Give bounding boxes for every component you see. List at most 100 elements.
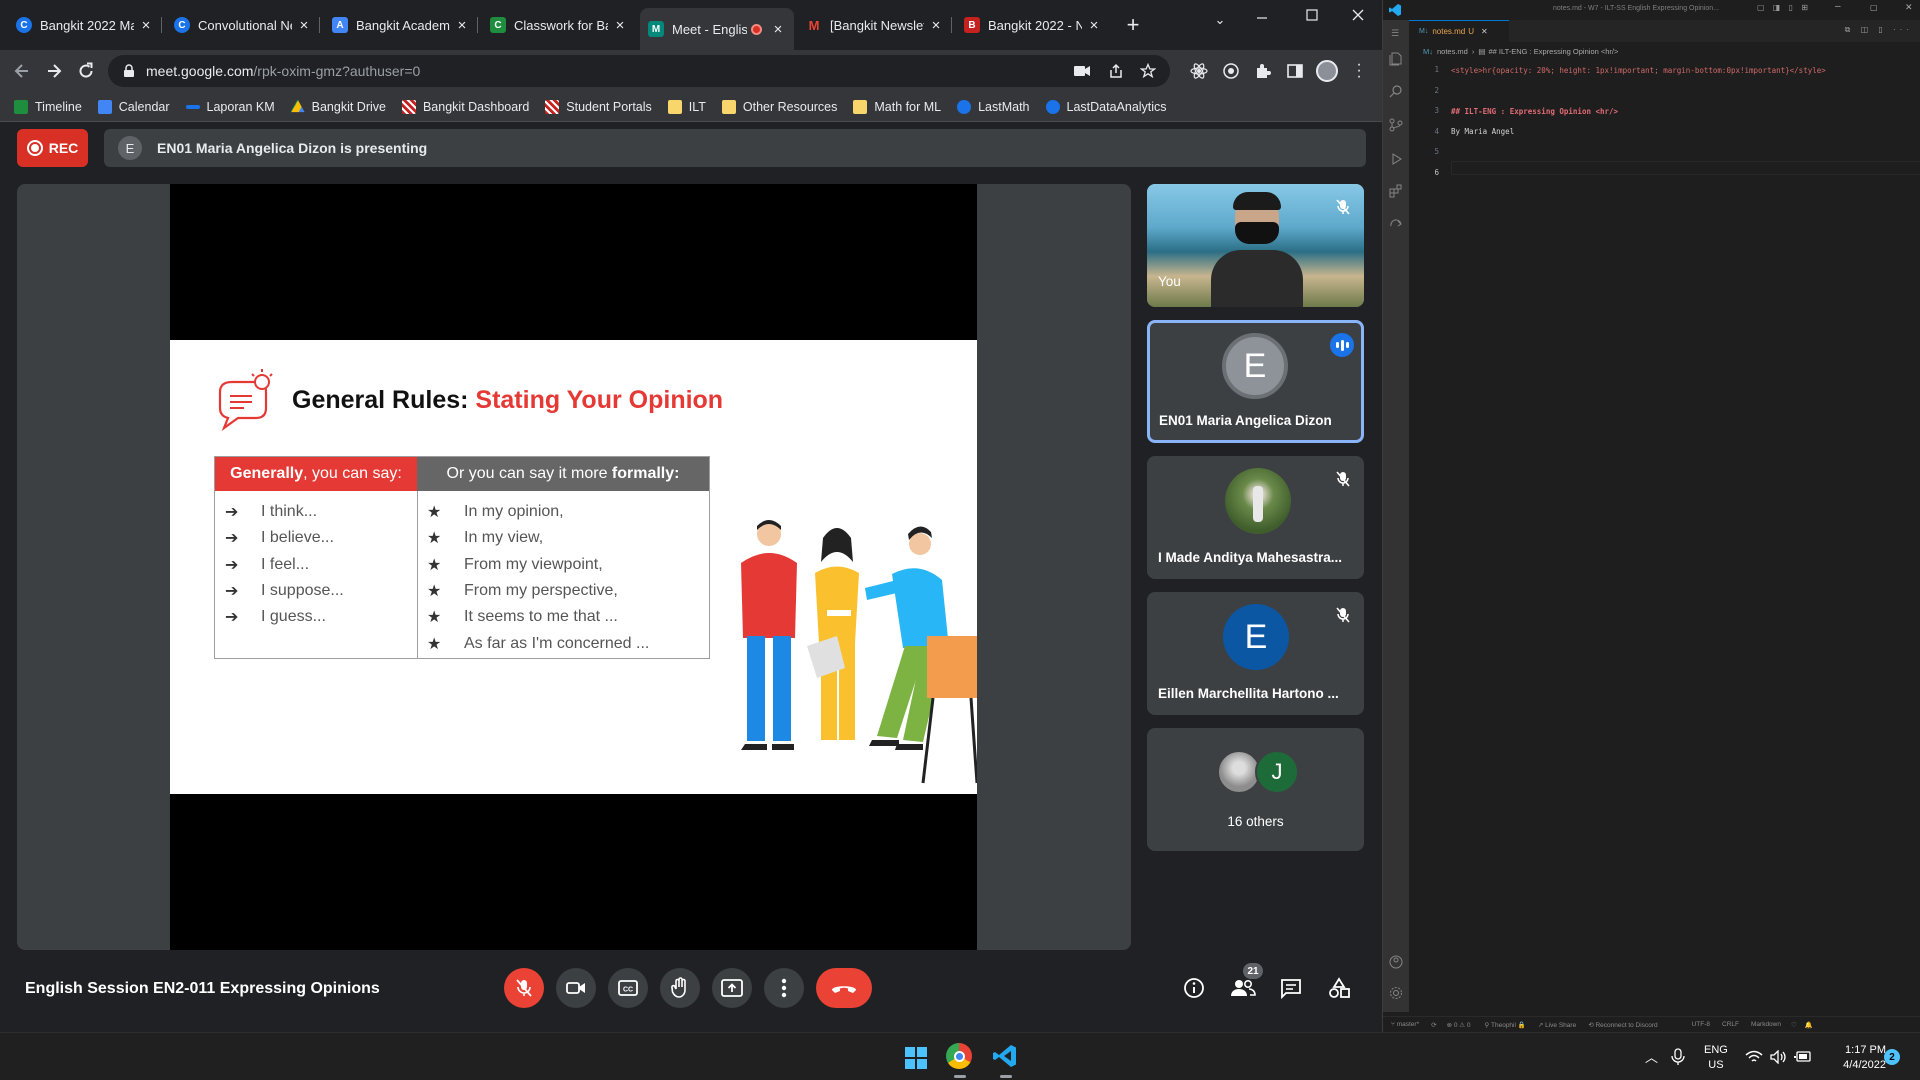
layout-icons[interactable]: ▢ ◨ ▯ ⊞ xyxy=(1757,3,1811,12)
profile-avatar[interactable] xyxy=(1316,60,1338,82)
bookmark-laporan-km[interactable]: Laporan KM xyxy=(185,100,275,114)
participant-tile-3[interactable]: I Made Anditya Mahesastra... xyxy=(1147,456,1364,579)
breadcrumb-section[interactable]: ## ILT-ENG : Expressing Opinion <hr/> xyxy=(1488,47,1618,56)
chat-button[interactable] xyxy=(1280,977,1302,999)
more-options-button[interactable] xyxy=(764,968,804,1008)
bookmark-math-for-ml[interactable]: Math for ML xyxy=(853,99,941,114)
wifi-icon[interactable] xyxy=(1745,1050,1763,1064)
tab-4-active[interactable]: M Meet - Englis... × xyxy=(640,8,794,50)
close-window-button[interactable] xyxy=(1348,5,1368,25)
feedback-icon[interactable]: ♡ xyxy=(1791,1021,1797,1029)
share-icon[interactable] xyxy=(1108,63,1124,79)
close-icon[interactable]: × xyxy=(138,17,154,34)
bookmark-student-portals[interactable]: Student Portals xyxy=(545,99,652,114)
chrome-menu-icon[interactable]: · · · xyxy=(1354,57,1364,85)
breadcrumb-file[interactable]: notes.md xyxy=(1437,47,1468,56)
account-icon[interactable] xyxy=(1389,955,1403,969)
forward-button[interactable] xyxy=(44,61,64,81)
participant-tile-others[interactable]: J 16 others xyxy=(1147,728,1364,851)
tab-search-icon[interactable]: ⌄ xyxy=(1210,12,1230,32)
language-indicator[interactable]: ENG US xyxy=(1704,1043,1728,1073)
source-control-icon[interactable] xyxy=(1389,118,1403,132)
tray-chevron-icon[interactable]: ︿ xyxy=(1645,1047,1658,1066)
extensions-icon[interactable] xyxy=(1389,184,1403,198)
captions-button[interactable]: CC xyxy=(608,968,648,1008)
people-button[interactable]: 21 xyxy=(1230,963,1263,999)
bookmark-bangkit-dashboard[interactable]: Bangkit Dashboard xyxy=(401,99,529,114)
live-share-status[interactable]: ↗ Live Share xyxy=(1538,1021,1576,1029)
camera-icon[interactable] xyxy=(1074,65,1090,77)
close-icon[interactable]: × xyxy=(612,17,628,34)
bookmark-other-resources[interactable]: Other Resources xyxy=(721,99,837,114)
explorer-icon[interactable] xyxy=(1389,52,1403,66)
code-editor[interactable]: 123456 <style>hr{opacity: 20%; height: 1… xyxy=(1409,60,1920,1012)
taskbar-chrome[interactable] xyxy=(946,1043,974,1078)
problems-status[interactable]: ⊗ 0 ⚠ 0 xyxy=(1447,1021,1471,1029)
bookmark-calendar[interactable]: Calendar xyxy=(97,99,170,114)
close-icon[interactable]: ✕ xyxy=(1481,27,1488,36)
notifications-icon[interactable]: 🔔 xyxy=(1805,1021,1813,1029)
bookmark-ilt[interactable]: ILT xyxy=(667,99,706,114)
present-button[interactable] xyxy=(712,968,752,1008)
notification-badge[interactable]: 2 xyxy=(1884,1049,1900,1065)
run-debug-icon[interactable] xyxy=(1389,152,1403,166)
mic-toggle-button[interactable] xyxy=(504,968,544,1008)
tab-notes-md[interactable]: M↓ notes.md U ✕ xyxy=(1409,20,1509,42)
user-status[interactable]: ⚲ Theophil 🔒 xyxy=(1485,1021,1526,1029)
bookmark-bangkit-drive[interactable]: Bangkit Drive xyxy=(290,99,386,114)
microphone-icon[interactable] xyxy=(1671,1048,1685,1066)
close-icon[interactable]: × xyxy=(770,21,786,38)
close-icon[interactable]: × xyxy=(928,17,944,34)
settings-gear-icon[interactable] xyxy=(1389,986,1403,1000)
extensions-puzzle-icon[interactable] xyxy=(1254,62,1272,80)
close-icon[interactable]: × xyxy=(296,17,312,34)
participant-tile-self[interactable]: You xyxy=(1147,184,1364,307)
leave-call-button[interactable] xyxy=(816,968,872,1008)
tab-1[interactable]: C Convolutional Ne...× xyxy=(166,8,320,42)
maximize-icon[interactable]: ▢ xyxy=(1870,3,1878,12)
volume-icon[interactable] xyxy=(1770,1050,1788,1064)
new-tab-button[interactable]: + xyxy=(1120,12,1146,38)
back-button[interactable] xyxy=(12,61,32,81)
star-icon[interactable] xyxy=(1140,63,1156,79)
live-share-icon[interactable] xyxy=(1389,218,1403,232)
recording-indicator[interactable]: REC xyxy=(17,129,88,167)
camera-toggle-button[interactable] xyxy=(556,968,596,1008)
tab-2[interactable]: A Bangkit Academy...× xyxy=(324,8,478,42)
close-icon[interactable]: × xyxy=(1086,17,1102,34)
extension-circle-icon[interactable] xyxy=(1222,62,1240,80)
start-button[interactable] xyxy=(905,1047,927,1069)
tab-6[interactable]: B Bangkit 2022 - N...× xyxy=(956,8,1110,42)
extension-atom-icon[interactable] xyxy=(1190,62,1208,80)
minimize-icon[interactable]: – xyxy=(1835,1,1841,12)
tab-0[interactable]: C Bangkit 2022 Ma...× xyxy=(8,8,162,42)
side-panel-icon[interactable] xyxy=(1286,62,1304,80)
eol-status[interactable]: CRLF xyxy=(1722,1021,1739,1028)
meeting-details-button[interactable] xyxy=(1183,977,1205,999)
clock[interactable]: 1:17 PM 4/4/2022 xyxy=(1826,1043,1886,1073)
minimize-button[interactable] xyxy=(1252,8,1272,28)
close-icon[interactable]: × xyxy=(454,17,470,34)
taskbar-vscode[interactable] xyxy=(993,1044,1019,1078)
encoding-status[interactable]: UTF-8 xyxy=(1692,1021,1710,1028)
maximize-button[interactable] xyxy=(1302,5,1322,25)
discord-status[interactable]: ⟲ Reconnect to Discord xyxy=(1588,1021,1657,1029)
address-bar[interactable]: meet.google.com/rpk-oxim-gmz?authuser=0 xyxy=(108,55,1170,87)
tab-3[interactable]: C Classwork for Ba...× xyxy=(482,8,636,42)
participant-tile-4[interactable]: E Eillen Marchellita Hartono ... xyxy=(1147,592,1364,715)
close-icon[interactable]: ✕ xyxy=(1905,2,1913,13)
editor-actions[interactable]: ⧉ ◫ ▯ ··· xyxy=(1845,25,1913,35)
bookmark-lastmath[interactable]: LastMath xyxy=(957,99,1030,114)
raise-hand-button[interactable] xyxy=(660,968,700,1008)
menu-icon[interactable]: ☰ xyxy=(1391,28,1399,39)
battery-icon[interactable] xyxy=(1794,1050,1812,1064)
sync-icon[interactable]: ⟳ xyxy=(1431,1021,1436,1029)
language-status[interactable]: Markdown xyxy=(1751,1021,1781,1028)
tab-5[interactable]: M [Bangkit Newslet...× xyxy=(798,8,952,42)
branch-status[interactable]: ⑂ master* xyxy=(1391,1021,1419,1028)
search-icon[interactable] xyxy=(1389,84,1403,98)
bookmark-timeline[interactable]: Timeline xyxy=(14,99,82,114)
reload-button[interactable] xyxy=(76,61,96,81)
bookmark-lastdataanalytics[interactable]: LastDataAnalytics xyxy=(1045,99,1167,114)
participant-tile-speaker[interactable]: E EN01 Maria Angelica Dizon xyxy=(1147,320,1364,443)
